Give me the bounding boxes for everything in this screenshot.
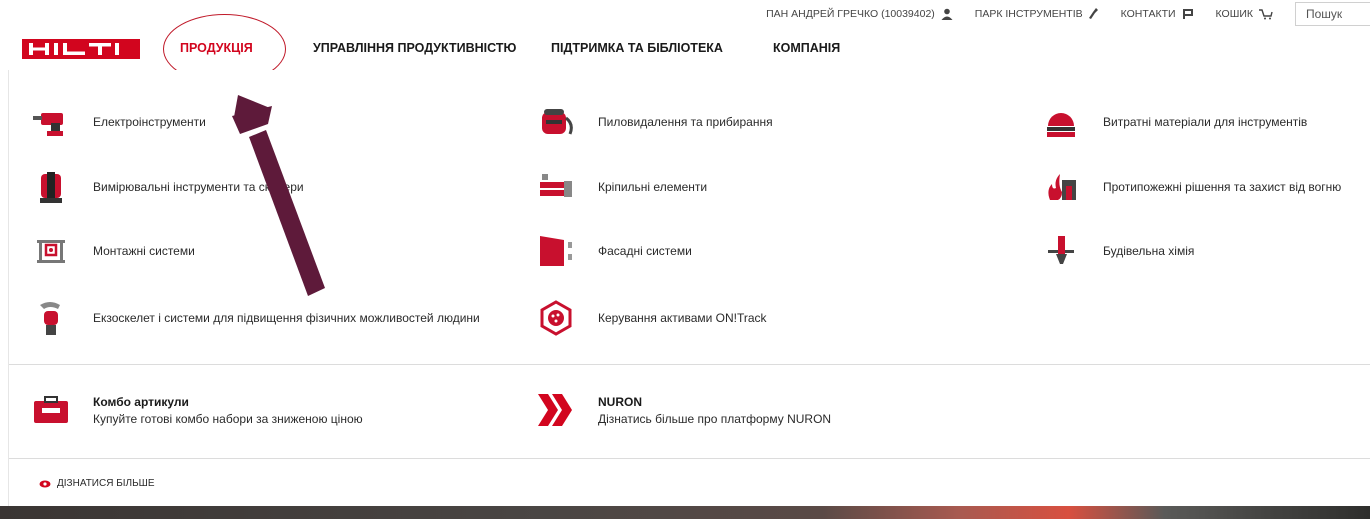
main-navigation: ПРОДУКЦІЯ УПРАВЛІННЯ ПРОДУКТИВНІСТЮ ПІДТ… — [0, 28, 1370, 68]
products-megamenu: Електроінструменти Пиловидалення та приб… — [8, 70, 1370, 506]
laser-level-icon — [31, 167, 71, 207]
facade-icon — [536, 231, 576, 271]
section-divider — [9, 364, 1370, 365]
utility-bar: ПАН АНДРЕЙ ГРЕЧКО (10039402) ПАРК ІНСТРУ… — [766, 0, 1370, 28]
category-label: Пиловидалення та прибирання — [598, 115, 773, 129]
category-measuring[interactable]: Вимірювальні інструменти та сканери — [31, 167, 304, 207]
category-label: Монтажні системи — [93, 244, 195, 258]
category-label: Фасадні системи — [598, 244, 692, 258]
anchor-icon — [536, 167, 576, 207]
installation-system-icon — [31, 231, 71, 271]
saw-blade-icon — [1041, 102, 1081, 142]
exoskeleton-icon — [31, 298, 71, 338]
promo-text: NURON Дізнатись більше про платформу NUR… — [598, 395, 831, 426]
category-label: Екзоскелет і системи для підвищення фізи… — [93, 311, 480, 325]
nav-company[interactable]: КОМПАНІЯ — [773, 28, 840, 68]
category-label: Протипожежні рішення та захист від вогню — [1103, 180, 1342, 194]
hilti-logo[interactable] — [22, 39, 140, 59]
category-chemistry[interactable]: Будівельна хімія — [1041, 231, 1194, 271]
category-label: Будівельна хімія — [1103, 244, 1195, 258]
contacts-link[interactable]: КОНТАКТИ — [1121, 8, 1194, 20]
flag-icon — [1182, 9, 1193, 19]
category-label: Витратні матеріали для інструментів — [1103, 115, 1308, 129]
category-exoskeleton[interactable]: Екзоскелет і системи для підвищення фізи… — [31, 298, 480, 338]
nuron-chevron-icon — [536, 390, 576, 430]
cart-icon — [1259, 9, 1273, 20]
cart-link[interactable]: КОШИК — [1216, 8, 1273, 20]
promo-title: NURON — [598, 394, 642, 409]
cart-label: КОШИК — [1215, 8, 1253, 20]
ontrack-icon — [536, 298, 576, 338]
promo-subtitle: Купуйте готові комбо набори за зниженою … — [93, 411, 363, 426]
user-name: ПАН АНДРЕЙ ГРЕЧКО (10039402) — [766, 8, 935, 20]
hilti-wordmark — [29, 43, 119, 55]
category-firestop[interactable]: Протипожежні рішення та захист від вогню — [1041, 167, 1341, 207]
category-power-tools[interactable]: Електроінструменти — [31, 102, 206, 142]
nav-productivity[interactable]: УПРАВЛІННЯ ПРОДУКТИВНІСТЮ — [313, 28, 516, 68]
promo-title: Комбо артикули — [93, 394, 189, 409]
category-consumables[interactable]: Витратні матеріали для інструментів — [1041, 102, 1307, 142]
category-ontrack[interactable]: Керування активами ON!Track — [536, 298, 767, 338]
promo-combo[interactable]: Комбо артикули Купуйте готові комбо набо… — [31, 390, 363, 430]
user-account-link[interactable]: ПАН АНДРЕЙ ГРЕЧКО (10039402) — [766, 8, 953, 20]
nav-support-library[interactable]: ПІДТРИМКА ТА БІБЛІОТЕКА — [551, 28, 723, 68]
eye-icon — [39, 480, 51, 487]
hero-image-strip — [0, 506, 1370, 519]
contacts-label: КОНТАКТИ — [1120, 8, 1176, 20]
category-label: Вимірювальні інструменти та сканери — [93, 180, 304, 194]
promo-nuron[interactable]: NURON Дізнатись більше про платформу NUR… — [536, 390, 831, 430]
category-anchors[interactable]: Кріпильні елементи — [536, 167, 707, 207]
category-facade[interactable]: Фасадні системи — [536, 231, 692, 271]
wrench-icon — [1088, 8, 1098, 19]
user-icon — [941, 8, 953, 20]
promo-subtitle: Дізнатись більше про платформу NURON — [598, 411, 832, 426]
tool-fleet-label: ПАРК ІНСТРУМЕНТІВ — [974, 8, 1083, 20]
learn-more-link[interactable]: ДІЗНАТИСЯ БІЛЬШЕ — [39, 478, 155, 489]
nav-products[interactable]: ПРОДУКЦІЯ — [180, 28, 253, 68]
tool-fleet-link[interactable]: ПАРК ІНСТРУМЕНТІВ — [975, 8, 1099, 20]
promo-text: Комбо артикули Купуйте готові комбо набо… — [93, 395, 363, 426]
vacuum-icon — [536, 102, 576, 142]
category-dust-removal[interactable]: Пиловидалення та прибирання — [536, 102, 773, 142]
chemical-anchor-icon — [1041, 231, 1081, 271]
category-installation[interactable]: Монтажні системи — [31, 231, 195, 271]
learn-more-label: ДІЗНАТИСЯ БІЛЬШЕ — [57, 478, 155, 489]
toolbox-icon — [31, 390, 71, 430]
category-label: Кріпильні елементи — [598, 180, 708, 194]
search-input[interactable]: Пошук — [1295, 2, 1370, 26]
section-divider — [9, 458, 1370, 459]
category-label: Електроінструменти — [93, 115, 206, 129]
power-tool-icon — [31, 102, 71, 142]
firestop-icon — [1041, 167, 1081, 207]
category-label: Керування активами ON!Track — [598, 311, 767, 325]
